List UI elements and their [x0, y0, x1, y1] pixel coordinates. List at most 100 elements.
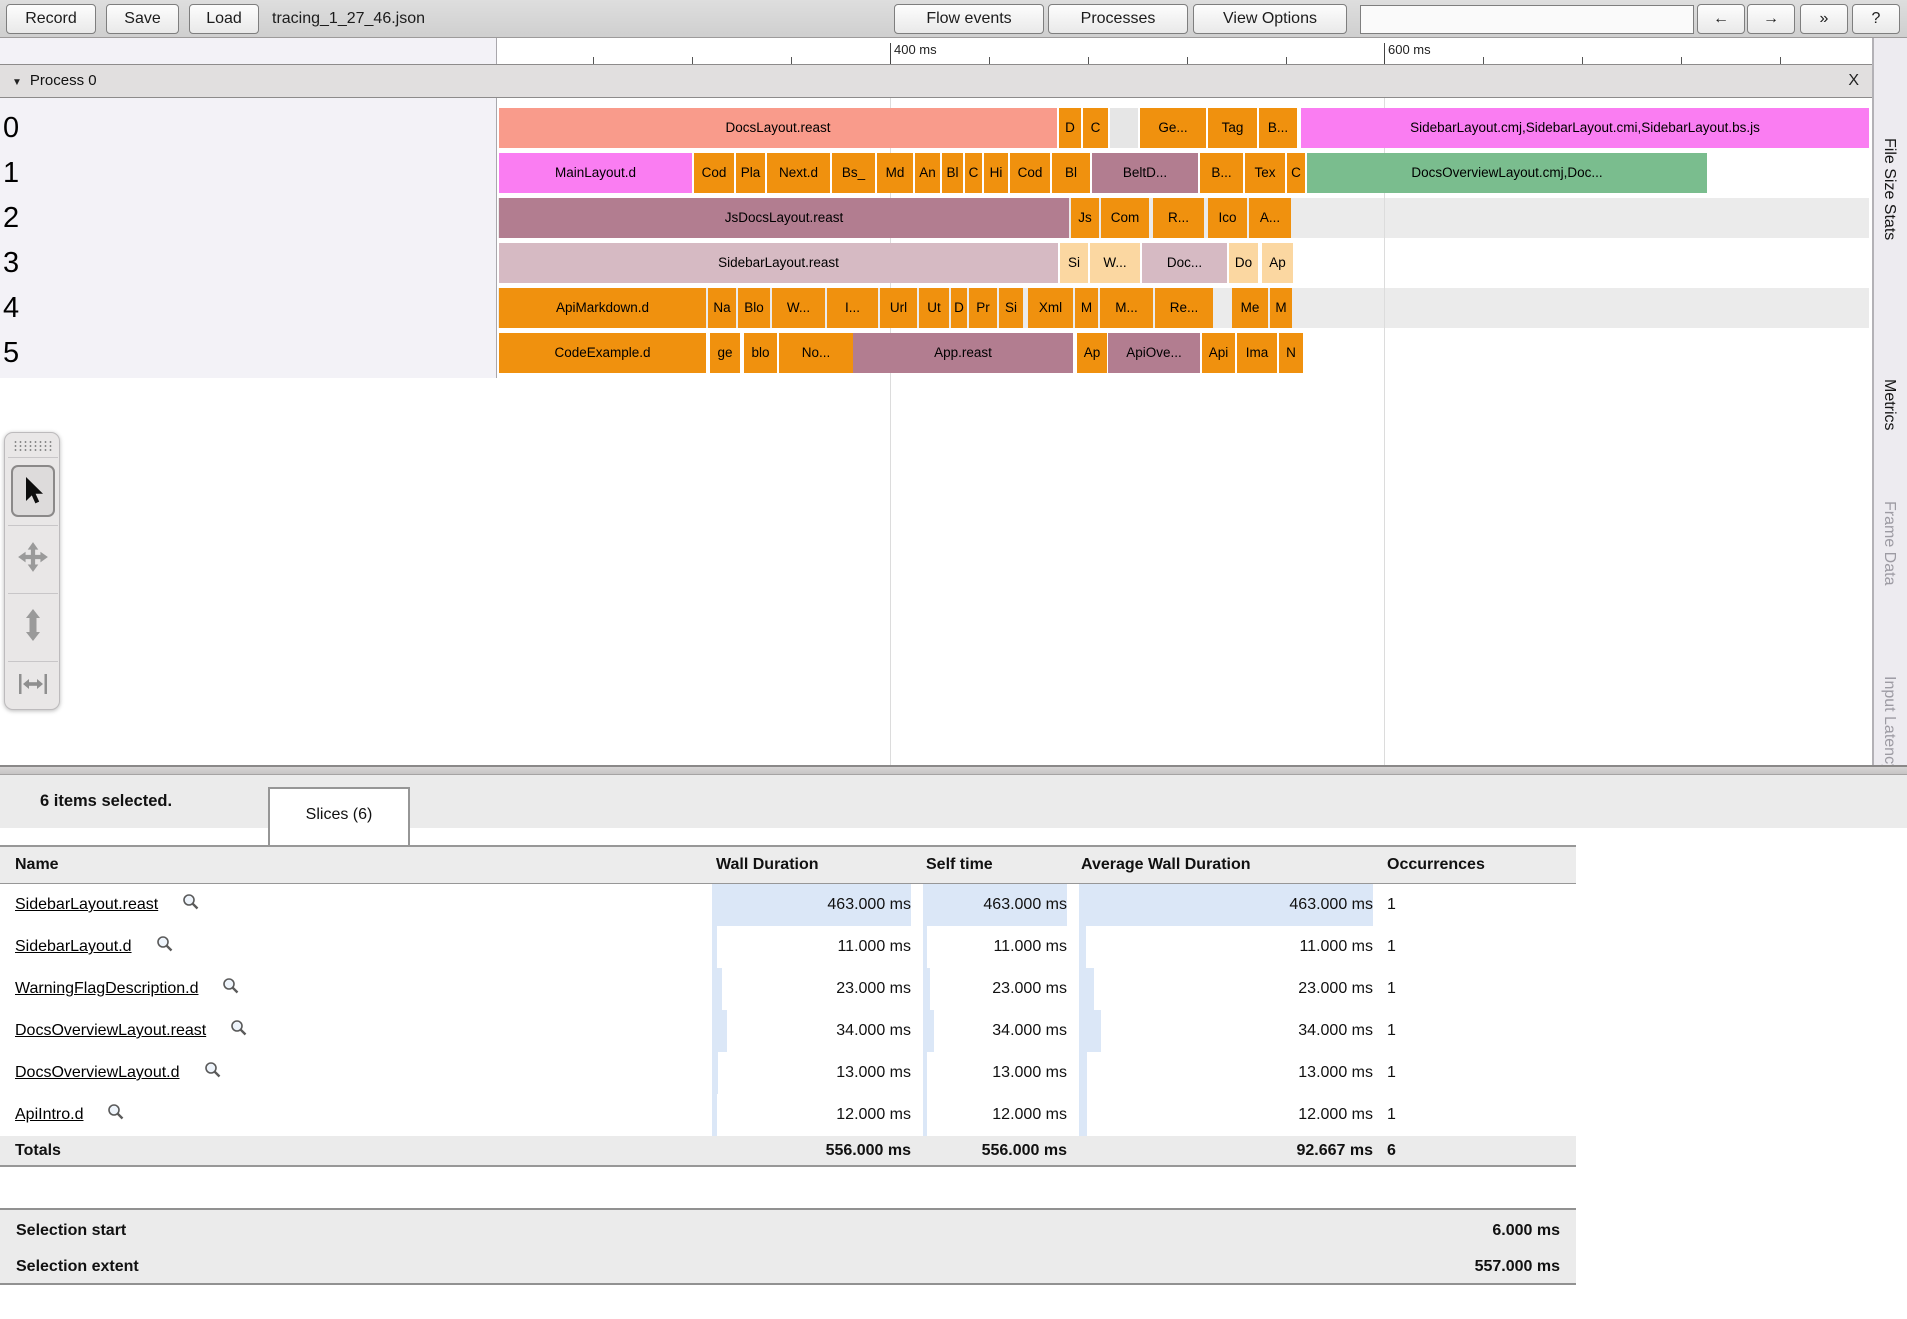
timeline-slice[interactable]: JsDocsLayout.reast [499, 198, 1069, 238]
timeline-slice[interactable]: Blo [738, 288, 770, 328]
find-previous-button[interactable]: ← [1697, 4, 1745, 34]
sidebar-tab-frame-data[interactable]: Frame Data [1880, 501, 1898, 585]
sidebar-tab-input-latency[interactable]: Input Latency [1880, 676, 1898, 765]
timeline-slice[interactable]: R... [1153, 198, 1204, 238]
timeline-slice[interactable]: Bl [942, 153, 963, 193]
timeline-slice[interactable]: W... [1090, 243, 1140, 283]
timeline-slice[interactable]: Ap [1077, 333, 1107, 373]
timeline-slice[interactable]: MainLayout.d [499, 153, 692, 193]
timeline-slice[interactable]: Cod [694, 153, 734, 193]
timeline-slice[interactable]: Ge... [1140, 108, 1206, 148]
magnifier-icon[interactable] [204, 1061, 222, 1079]
timeline-slice[interactable]: Cod [1010, 153, 1050, 193]
timeline-slice[interactable]: Tag [1208, 108, 1257, 148]
magnifier-icon[interactable] [230, 1019, 248, 1037]
timeline-slice[interactable]: Url [880, 288, 917, 328]
timeline-slice[interactable]: Bs_ [832, 153, 875, 193]
find-next-button[interactable]: → [1747, 4, 1795, 34]
column-header-average-wall-duration[interactable]: Average Wall Duration [1067, 847, 1373, 883]
timeline-slice[interactable]: N [1279, 333, 1303, 373]
column-header-occurrences[interactable]: Occurrences [1373, 847, 1576, 883]
help-button[interactable]: ? [1852, 4, 1900, 34]
timeline-slice[interactable]: B... [1259, 108, 1297, 148]
timeline-slice[interactable]: CodeExample.d [499, 333, 706, 373]
timeline-slice[interactable]: Com [1101, 198, 1149, 238]
sidebar-tab-file-size-stats[interactable]: File Size Stats [1880, 138, 1898, 240]
timeline-slice[interactable]: Ut [919, 288, 949, 328]
load-button[interactable]: Load [189, 4, 259, 34]
expand-button[interactable]: » [1800, 4, 1848, 34]
magnifier-icon[interactable] [156, 935, 174, 953]
timeline-slice[interactable]: W... [772, 288, 825, 328]
record-button[interactable]: Record [6, 4, 96, 34]
column-header-name[interactable]: Name [0, 847, 712, 883]
timeline-slice[interactable]: App.reast [853, 333, 1073, 373]
timeline-slice[interactable]: BeltD... [1092, 153, 1198, 193]
magnifier-icon[interactable] [182, 893, 200, 911]
save-button[interactable]: Save [106, 4, 179, 34]
timeline-slice[interactable]: Api [1202, 333, 1235, 373]
timeline-slice[interactable]: Do [1229, 243, 1258, 283]
panel-resize-divider[interactable] [0, 765, 1907, 775]
pan-tool-button[interactable] [5, 527, 61, 591]
slice-name-link[interactable]: DocsOverviewLayout.d [15, 1064, 180, 1081]
timeline-slice[interactable]: No... [779, 333, 853, 373]
timeline-slice[interactable]: Hi [984, 153, 1008, 193]
view-options-button[interactable]: View Options [1193, 4, 1347, 34]
timeline-slice[interactable]: SidebarLayout.reast [499, 243, 1058, 283]
timeline-slice[interactable]: C [1083, 108, 1108, 148]
timeline-slice[interactable]: Re... [1155, 288, 1213, 328]
column-header-wall-duration[interactable]: Wall Duration [712, 847, 911, 883]
collapse-triangle-icon[interactable]: ▼ [12, 67, 22, 99]
timeline-slice[interactable]: Js [1071, 198, 1099, 238]
timeline-slice[interactable]: Xml [1028, 288, 1073, 328]
search-input[interactable] [1360, 5, 1694, 34]
timeline-slice[interactable]: M [1075, 288, 1098, 328]
close-process-button[interactable]: X [1848, 65, 1859, 97]
timeline-slice[interactable]: I... [827, 288, 878, 328]
timeline-slice[interactable]: C [1287, 153, 1305, 193]
process-header[interactable]: ▼Process 0 X [0, 64, 1907, 98]
timeline-slice[interactable]: DocsLayout.reast [499, 108, 1057, 148]
time-ruler[interactable]: 400 ms600 ms [0, 38, 1869, 64]
slice-name-link[interactable]: SidebarLayout.reast [15, 896, 158, 913]
timeline-slice[interactable]: blo [744, 333, 777, 373]
timeline-slice[interactable]: Ico [1208, 198, 1247, 238]
timeline-slice[interactable]: Next.d [767, 153, 830, 193]
timeline-slice[interactable]: Me [1232, 288, 1268, 328]
timeline-slice[interactable]: M... [1100, 288, 1153, 328]
timeline-slice[interactable]: M [1270, 288, 1292, 328]
timeline-slice[interactable]: B... [1200, 153, 1243, 193]
slice-name-link[interactable]: DocsOverviewLayout.reast [15, 1022, 206, 1039]
magnifier-icon[interactable] [107, 1103, 125, 1121]
processes-button[interactable]: Processes [1048, 4, 1188, 34]
timeline-slice[interactable]: Doc... [1142, 243, 1227, 283]
timeline-slice[interactable]: ApiMarkdown.d [499, 288, 706, 328]
timeline-slice[interactable]: DocsOverviewLayout.cmj,Doc... [1307, 153, 1707, 193]
timeline-slice[interactable]: ge [710, 333, 740, 373]
timeline-slice[interactable]: Na [708, 288, 736, 328]
magnifier-icon[interactable] [222, 977, 240, 995]
timeline-slice[interactable]: A... [1249, 198, 1291, 238]
column-header-self-time[interactable]: Self time [911, 847, 1067, 883]
timeline-slice[interactable]: Si [1060, 243, 1088, 283]
timeline-slice[interactable]: Tex [1245, 153, 1285, 193]
timeline-slice[interactable]: Pla [736, 153, 765, 193]
timing-tool-button[interactable] [5, 663, 61, 709]
flow-events-button[interactable]: Flow events [894, 4, 1044, 34]
timeline-slice[interactable]: Pr [969, 288, 997, 328]
slice-name-link[interactable]: WarningFlagDescription.d [15, 980, 198, 997]
timeline-slice[interactable]: D [1059, 108, 1081, 148]
timeline-slice[interactable] [1110, 108, 1138, 148]
timeline-slice[interactable]: Si [999, 288, 1023, 328]
timeline-slice[interactable]: C [965, 153, 982, 193]
sidebar-tab-metrics[interactable]: Metrics [1880, 379, 1898, 431]
zoom-tool-button[interactable] [5, 595, 61, 659]
timeline-slice[interactable]: Md [877, 153, 913, 193]
selection-tool-button[interactable] [5, 459, 61, 523]
timeline-slice[interactable]: ApiOve... [1108, 333, 1200, 373]
timeline-slice[interactable]: D [951, 288, 967, 328]
slices-tab[interactable]: Slices (6) [268, 787, 410, 845]
timeline-slice[interactable]: An [915, 153, 940, 193]
timeline-slice[interactable]: Ima [1237, 333, 1277, 373]
